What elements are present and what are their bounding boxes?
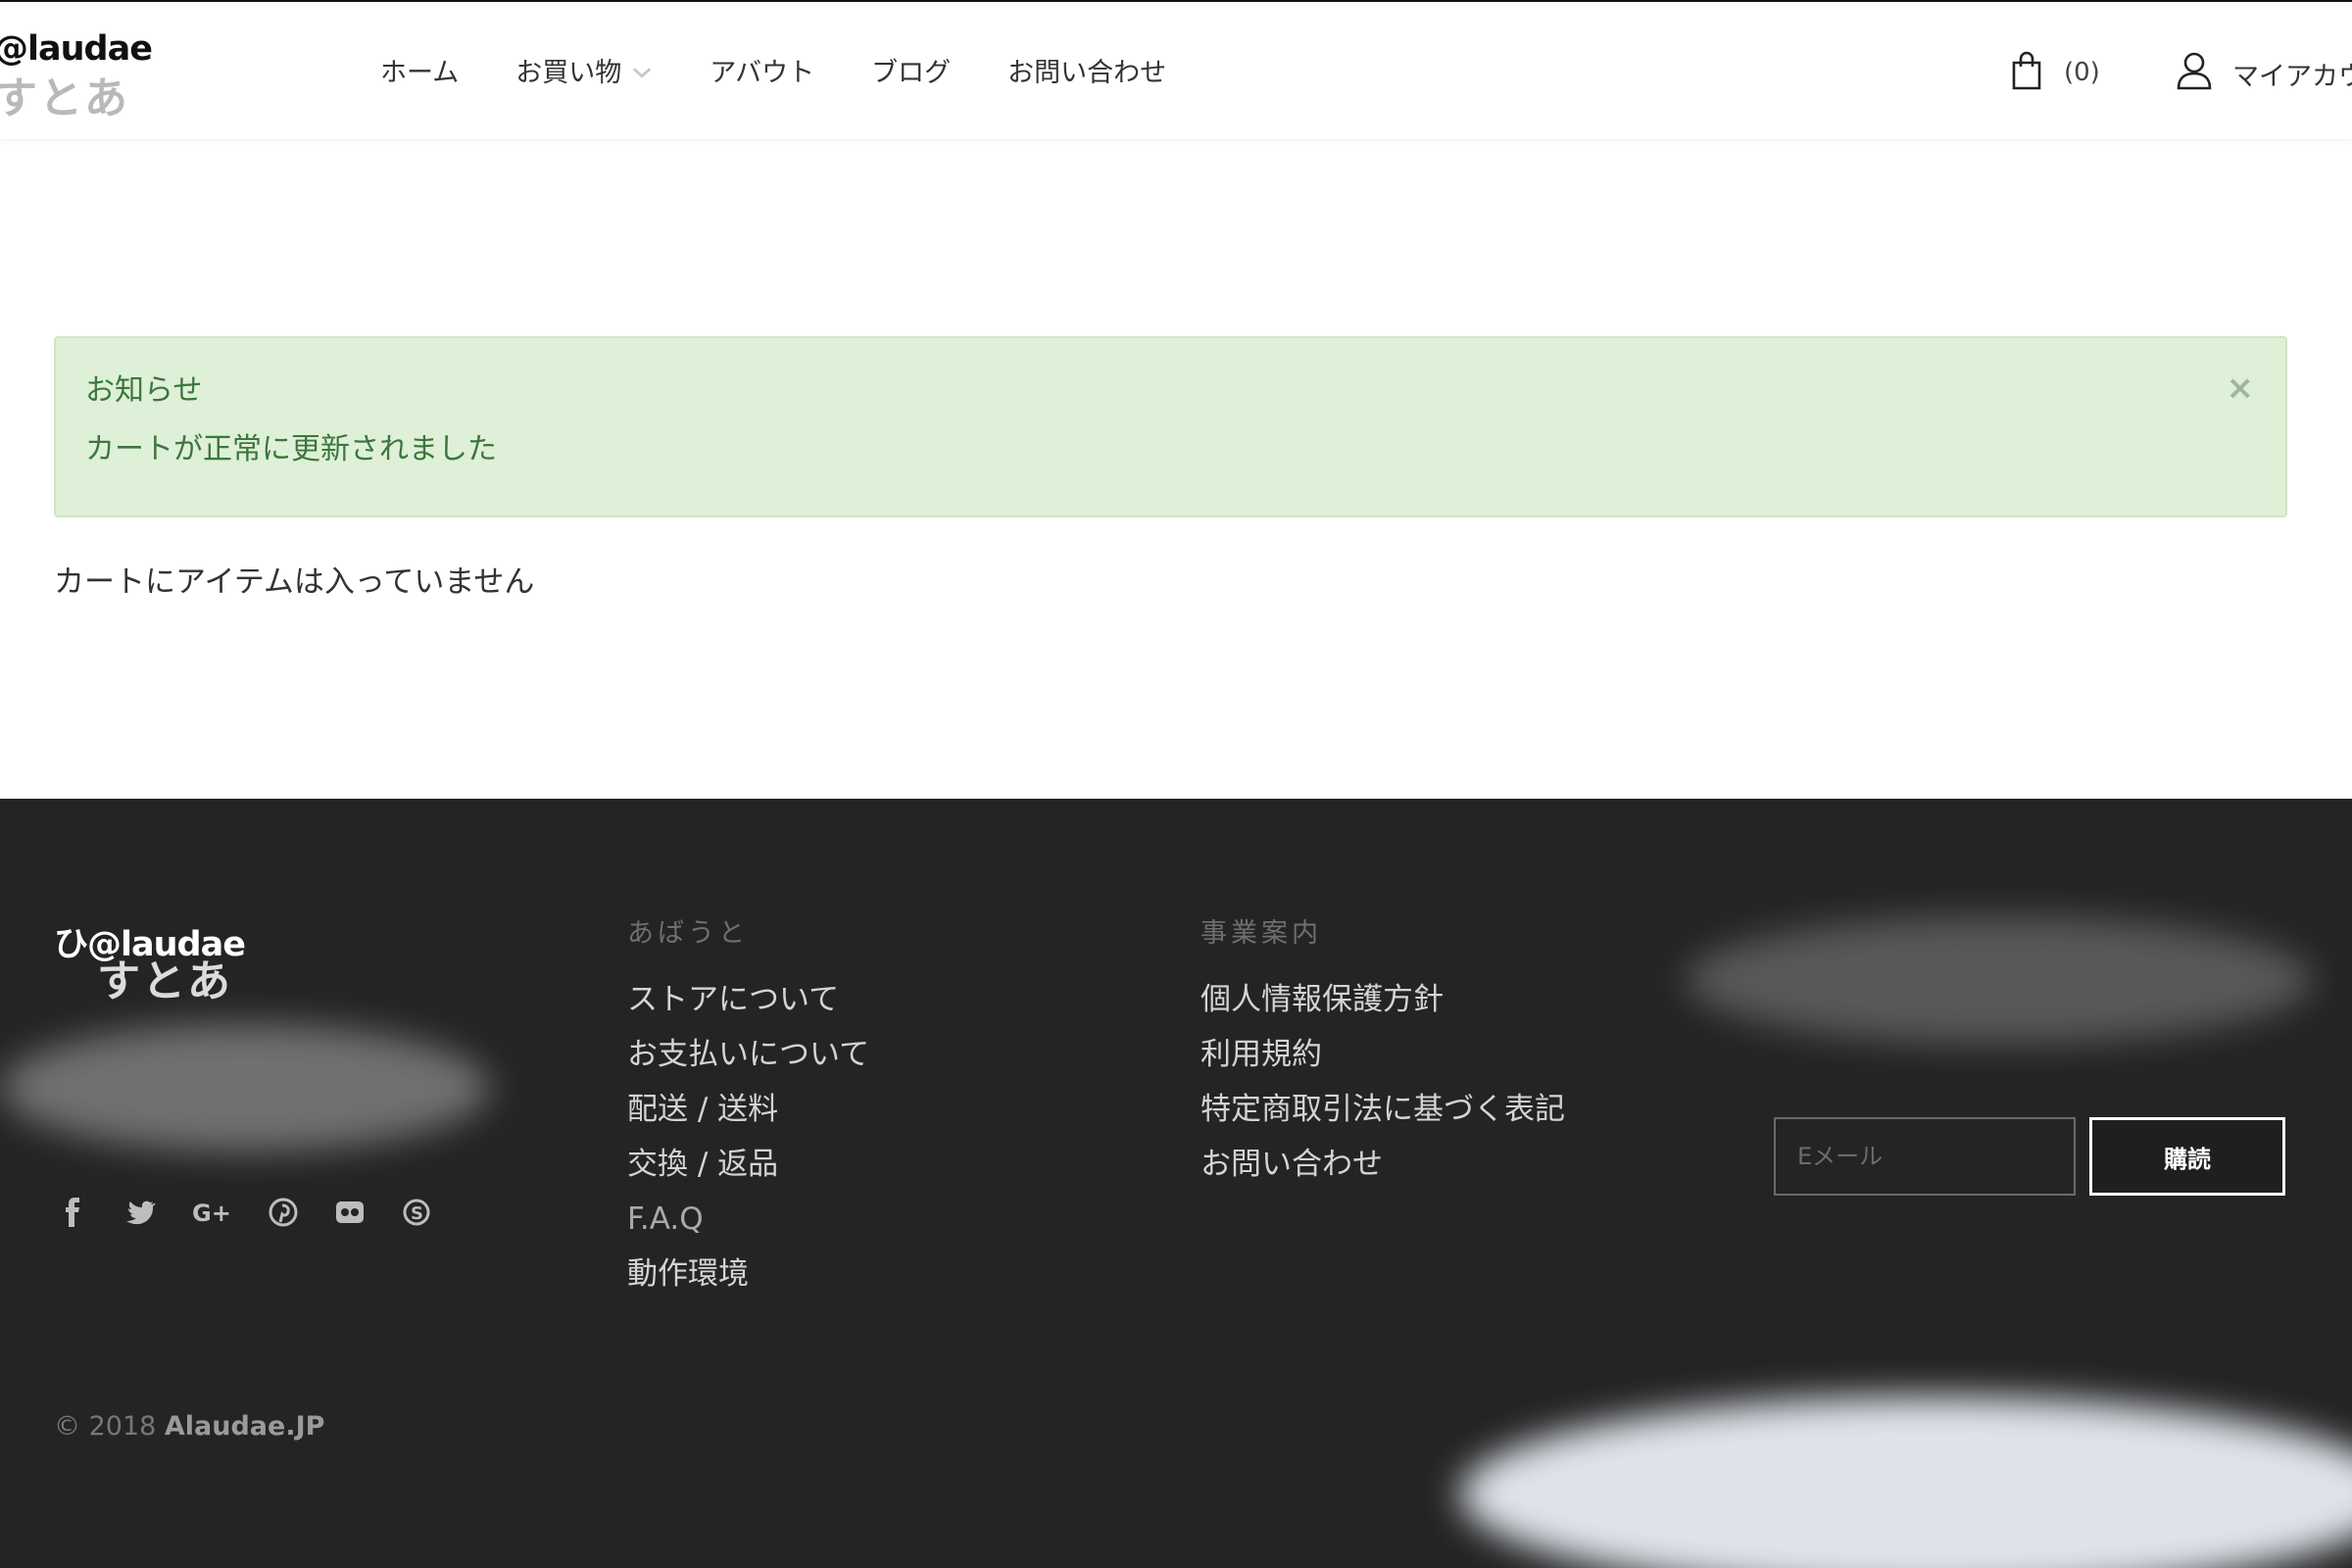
pinterest-icon[interactable] — [264, 1193, 303, 1232]
google-plus-icon[interactable]: G+ — [187, 1193, 236, 1232]
cart-count: (0) — [2064, 58, 2100, 87]
nav-about[interactable]: アバウト — [710, 51, 814, 89]
twitter-icon[interactable] — [121, 1193, 160, 1232]
main-nav: ホーム お買い物 アバウト ブログ お問い合わせ — [380, 51, 1223, 89]
footer-col-about: あばうと ストアについて お支払いについて 配送 / 送料 交換 / 返品 F.… — [627, 911, 869, 1312]
account-link[interactable]: マイアカウ — [2156, 51, 2352, 97]
copyright-year: © 2018 — [54, 1411, 157, 1442]
chevron-down-icon — [631, 60, 653, 81]
copyright: © 2018 Alaudae.JP — [54, 1411, 324, 1442]
footer-link[interactable]: 個人情報保護方針 — [1200, 983, 1565, 1016]
logo-subtext: すとあ — [0, 74, 129, 123]
site-footer: ひ@laudae すとあ G+ S あばうと ストアについて お支払いについて … — [0, 799, 2352, 1568]
redacted-text-block — [1686, 916, 2313, 1044]
success-notice: お知らせ カートが正常に更新されました × — [54, 336, 2287, 517]
svg-text:S: S — [411, 1203, 423, 1224]
notice-message: カートが正常に更新されました — [85, 432, 497, 466]
footer-link[interactable]: F.A.Q — [627, 1202, 869, 1236]
notice-title: お知らせ — [85, 373, 203, 408]
nav-shopping-label: お買い物 — [515, 58, 622, 88]
svg-text:G+: G+ — [192, 1200, 231, 1227]
footer-link[interactable]: 特定商取引法に基づく表記 — [1200, 1093, 1565, 1126]
footer-link[interactable]: お支払いについて — [627, 1038, 869, 1071]
footer-link[interactable]: 利用規約 — [1200, 1038, 1565, 1071]
footer-col-heading: あばうと — [627, 918, 749, 949]
footer-logo[interactable]: ひ@laudae すとあ — [54, 916, 279, 1014]
newsletter-form: 購読 — [1774, 1117, 2285, 1196]
footer-link[interactable]: 動作環境 — [627, 1257, 869, 1291]
cart-button[interactable]: (0) — [2011, 51, 2100, 94]
nav-contact-label: お問い合わせ — [1007, 58, 1167, 88]
close-icon[interactable]: × — [2227, 371, 2255, 405]
footer-link[interactable]: お問い合わせ — [1200, 1148, 1565, 1181]
footer-link[interactable]: 配送 / 送料 — [627, 1093, 869, 1126]
nav-blog[interactable]: ブログ — [871, 51, 951, 89]
empty-cart-message: カートにアイテムは入っていません — [54, 564, 535, 600]
redacted-text-block — [0, 1024, 490, 1152]
site-logo[interactable]: @laudae すとあ — [0, 29, 153, 123]
nav-home[interactable]: ホーム — [380, 51, 459, 89]
account-label: マイアカウ — [2232, 62, 2352, 92]
email-field[interactable] — [1774, 1117, 2076, 1196]
nav-home-label: ホーム — [380, 58, 460, 88]
user-icon — [2176, 51, 2213, 97]
social-links: G+ S — [54, 1193, 464, 1232]
facebook-icon[interactable] — [54, 1193, 93, 1232]
skype-icon[interactable]: S — [397, 1193, 436, 1232]
nav-about-label: アバウト — [710, 58, 815, 88]
redacted-image-block — [1460, 1396, 2352, 1568]
nav-blog-label: ブログ — [871, 58, 952, 88]
nav-shopping[interactable]: お買い物 — [515, 51, 653, 89]
footer-col-heading: 事業案内 — [1200, 918, 1322, 949]
shopping-bag-icon — [2011, 51, 2042, 94]
flickr-icon[interactable] — [330, 1193, 369, 1232]
footer-link[interactable]: 交換 / 返品 — [627, 1148, 869, 1181]
site-header: @laudae すとあ ホーム お買い物 アバウト ブログ お問い合わせ (0)… — [0, 0, 2352, 139]
footer-logo-subtext: すとあ — [97, 956, 232, 1006]
nav-contact[interactable]: お問い合わせ — [1007, 51, 1166, 89]
footer-col-business: 事業案内 個人情報保護方針 利用規約 特定商取引法に基づく表記 お問い合わせ — [1200, 911, 1565, 1202]
subscribe-button[interactable]: 購読 — [2089, 1117, 2285, 1196]
footer-link[interactable]: ストアについて — [627, 983, 869, 1016]
copyright-brand[interactable]: Alaudae.JP — [165, 1411, 325, 1442]
